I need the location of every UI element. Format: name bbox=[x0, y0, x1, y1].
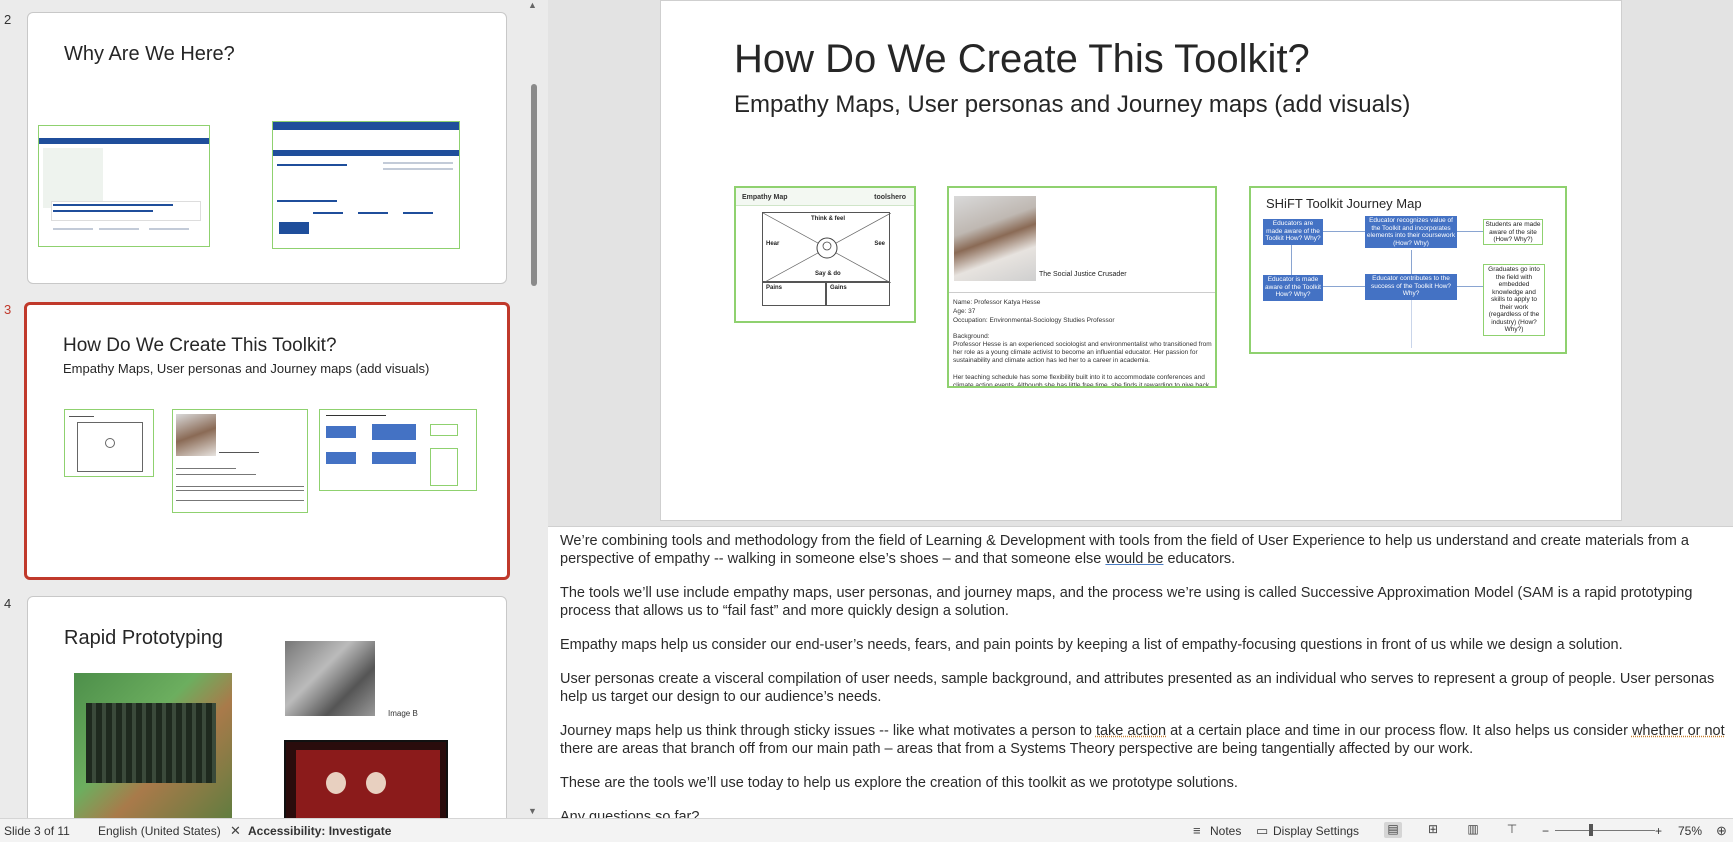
slide-thumbnail-pane[interactable]: 2 Why Are We Here? 3 How Do We Create Th… bbox=[0, 0, 548, 818]
notes-button[interactable]: Notes bbox=[1210, 824, 1241, 838]
website-screenshot-image bbox=[38, 125, 210, 247]
status-bar: Slide 3 of 11 English (United States) ✕ … bbox=[0, 818, 1733, 842]
journey-step: Students are made aware of the site (How… bbox=[1483, 219, 1543, 245]
persona-name: Name: Professor Katya Hesse bbox=[953, 299, 1041, 306]
journey-map-image[interactable]: SHiFT Toolkit Journey Map Educators are … bbox=[1249, 186, 1567, 354]
user-persona-image[interactable]: The Social Justice Crusader Name: Profes… bbox=[947, 186, 1217, 388]
journey-step: Educator contributes to the success of t… bbox=[1365, 274, 1457, 300]
persona-occupation: Occupation: Environmental-Sociology Stud… bbox=[953, 317, 1115, 324]
website-screenshot-image bbox=[272, 121, 460, 249]
notes-text: Journey maps help us think through stick… bbox=[560, 723, 1096, 739]
gains-label: Gains bbox=[830, 285, 847, 291]
zoom-out-icon[interactable]: − bbox=[1542, 824, 1549, 838]
empathy-map-image[interactable]: Empathy Map toolshero Think & feel Hear … bbox=[734, 186, 916, 323]
notes-paragraph-2: The tools we’ll use include empathy maps… bbox=[560, 585, 1693, 619]
persona-background-label: Background: bbox=[953, 333, 990, 340]
persona-age: Age: 37 bbox=[953, 308, 976, 315]
scroll-down-arrow-icon[interactable]: ▼ bbox=[528, 806, 537, 816]
persona-photo bbox=[954, 196, 1036, 281]
slide-thumbnail-4[interactable]: Rapid Prototyping Image B bbox=[27, 596, 507, 818]
journey-step: Educators are made aware of the Toolkit … bbox=[1263, 219, 1323, 245]
grammar-flag[interactable]: take action bbox=[1096, 723, 1166, 739]
website-photo bbox=[284, 740, 448, 818]
persona-schedule: Her teaching schedule has some flexibili… bbox=[953, 374, 1210, 388]
journey-step: Graduates go into the field with embedde… bbox=[1483, 264, 1545, 336]
language-indicator[interactable]: English (United States) bbox=[98, 824, 221, 838]
grammar-flag[interactable]: whether or not bbox=[1632, 723, 1725, 739]
slide-number: 3 bbox=[4, 302, 12, 317]
thumbnail-subtitle: Empathy Maps, User personas and Journey … bbox=[63, 361, 430, 376]
gains-box: Gains bbox=[826, 282, 890, 306]
zoom-level[interactable]: 75% bbox=[1678, 824, 1702, 838]
reading-view-icon[interactable]: ▥ bbox=[1464, 822, 1482, 838]
journey-map-title: SHiFT Toolkit Journey Map bbox=[1266, 196, 1422, 211]
hear-label: Hear bbox=[766, 241, 780, 247]
notes-icon[interactable]: ≡ bbox=[1193, 823, 1201, 838]
notes-paragraph-4: User personas create a visceral compilat… bbox=[560, 671, 1715, 705]
say-do-label: Say & do bbox=[815, 271, 841, 277]
slide-thumbnail-3[interactable]: How Do We Create This Toolkit? Empathy M… bbox=[24, 302, 510, 580]
pains-box: Pains bbox=[762, 282, 826, 306]
slide-sorter-icon[interactable]: ⊞ bbox=[1424, 822, 1442, 838]
empathy-map-header: Empathy Map bbox=[742, 194, 788, 201]
notes-text: at a certain place and time in our proce… bbox=[1166, 723, 1632, 739]
see-label: See bbox=[874, 241, 885, 247]
slide-thumbnail-2[interactable]: Why Are We Here? bbox=[27, 12, 507, 284]
slideshow-icon[interactable]: ⊤ bbox=[1503, 822, 1521, 838]
empathy-map-brand: toolshero bbox=[874, 194, 906, 201]
thumbnail-title: Rapid Prototyping bbox=[64, 627, 223, 649]
thumbnail-scrollbar[interactable]: ▲ ▼ bbox=[526, 0, 540, 818]
grammar-flag[interactable]: would be bbox=[1105, 551, 1163, 567]
slide-number: 4 bbox=[4, 596, 12, 611]
wearable-device-photo bbox=[285, 641, 375, 716]
notes-paragraph-1: We’re combining tools and methodology fr… bbox=[560, 533, 1725, 568]
computer-board-photo bbox=[74, 673, 232, 818]
slide-number: 2 bbox=[4, 12, 12, 27]
scrollbar-thumb[interactable] bbox=[531, 84, 537, 286]
display-settings-icon[interactable]: ▭ bbox=[1256, 823, 1268, 839]
persona-thumbnail bbox=[172, 409, 308, 513]
normal-view-icon[interactable]: ▤ bbox=[1384, 822, 1402, 838]
slide-count: Slide 3 of 11 bbox=[4, 824, 70, 838]
slide-title[interactable]: How Do We Create This Toolkit? bbox=[734, 37, 1310, 82]
persona-background: Professor Hesse is an experienced sociol… bbox=[953, 341, 1212, 364]
journey-step: Educator is made aware of the Toolkit Ho… bbox=[1263, 275, 1323, 301]
thumbnail-title: Why Are We Here? bbox=[64, 43, 235, 65]
journey-step: Educator recognizes value of the Toolkit… bbox=[1365, 216, 1457, 248]
accessibility-icon[interactable]: ✕ bbox=[230, 823, 241, 839]
scroll-up-arrow-icon[interactable]: ▲ bbox=[528, 0, 537, 10]
empathy-map-thumbnail bbox=[64, 409, 154, 477]
fit-to-window-icon[interactable]: ⊕ bbox=[1716, 823, 1727, 839]
notes-paragraph-7: Any questions so far? bbox=[560, 809, 700, 818]
zoom-slider-handle[interactable] bbox=[1589, 824, 1593, 836]
notes-paragraph-5: Journey maps help us think through stick… bbox=[560, 723, 1725, 758]
image-caption: Image B bbox=[388, 709, 418, 718]
slide-subtitle[interactable]: Empathy Maps, User personas and Journey … bbox=[734, 91, 1410, 119]
empathy-map-grid: Think & feel Hear See Say & do bbox=[762, 212, 891, 283]
main-slide-canvas[interactable]: How Do We Create This Toolkit? Empathy M… bbox=[660, 0, 1622, 521]
notes-paragraph-3: Empathy maps help us consider our end-us… bbox=[560, 637, 1623, 653]
notes-paragraph-6: These are the tools we’ll use today to h… bbox=[560, 775, 1238, 791]
think-feel-label: Think & feel bbox=[811, 216, 846, 222]
notes-text: there are areas that branch off from our… bbox=[560, 740, 1474, 757]
notes-text: educators. bbox=[1163, 550, 1236, 567]
speaker-notes-pane[interactable]: We’re combining tools and methodology fr… bbox=[548, 526, 1733, 818]
zoom-in-icon[interactable]: + bbox=[1655, 824, 1662, 838]
journey-map-thumbnail bbox=[319, 409, 477, 491]
persona-tagline: The Social Justice Crusader bbox=[1039, 271, 1127, 278]
pains-label: Pains bbox=[766, 285, 783, 291]
thumbnail-title: How Do We Create This Toolkit? bbox=[63, 335, 337, 356]
accessibility-status[interactable]: Accessibility: Investigate bbox=[248, 824, 391, 838]
zoom-slider-track[interactable] bbox=[1555, 830, 1655, 831]
display-settings-button[interactable]: Display Settings bbox=[1273, 824, 1359, 838]
